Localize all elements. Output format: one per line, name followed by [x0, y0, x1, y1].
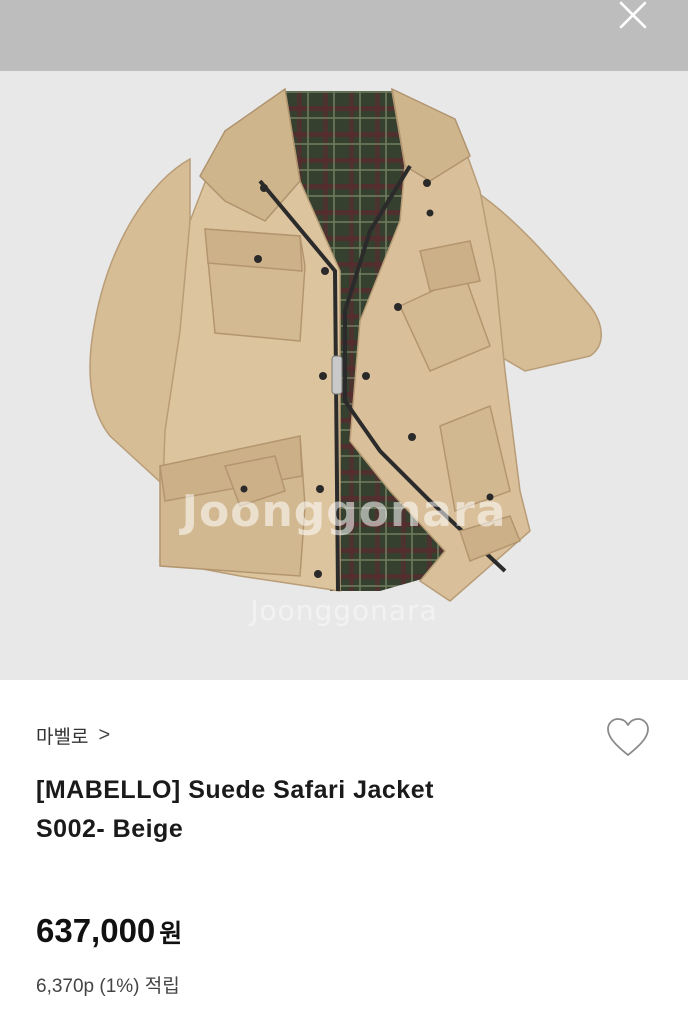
top-overlay-bar: [0, 0, 688, 71]
product-title-line1: [MABELLO] Suede Safari Jacket: [36, 776, 434, 804]
chevron-right-icon: >: [98, 724, 111, 746]
product-detail-page: Joonggonara Joonggonara 마벨로 > [MABELLO] …: [0, 0, 688, 1024]
wishlist-button[interactable]: [605, 716, 651, 758]
price-currency: 원: [159, 920, 183, 948]
price-row: 637,000 원: [36, 912, 182, 950]
product-image[interactable]: Joonggonara Joonggonara: [0, 71, 688, 680]
close-button[interactable]: [618, 0, 648, 30]
reward-points: 6,370p (1%) 적립: [36, 976, 180, 997]
product-title-line2: S002- Beige: [36, 815, 184, 843]
brand-link[interactable]: 마벨로 >: [36, 722, 110, 749]
close-icon: [619, 1, 647, 29]
product-title: [MABELLO] Suede Safari Jacket S002- Beig…: [36, 771, 636, 849]
brand-name: 마벨로: [36, 727, 89, 748]
price-value: 637,000: [36, 912, 156, 949]
heart-icon: [607, 718, 649, 756]
